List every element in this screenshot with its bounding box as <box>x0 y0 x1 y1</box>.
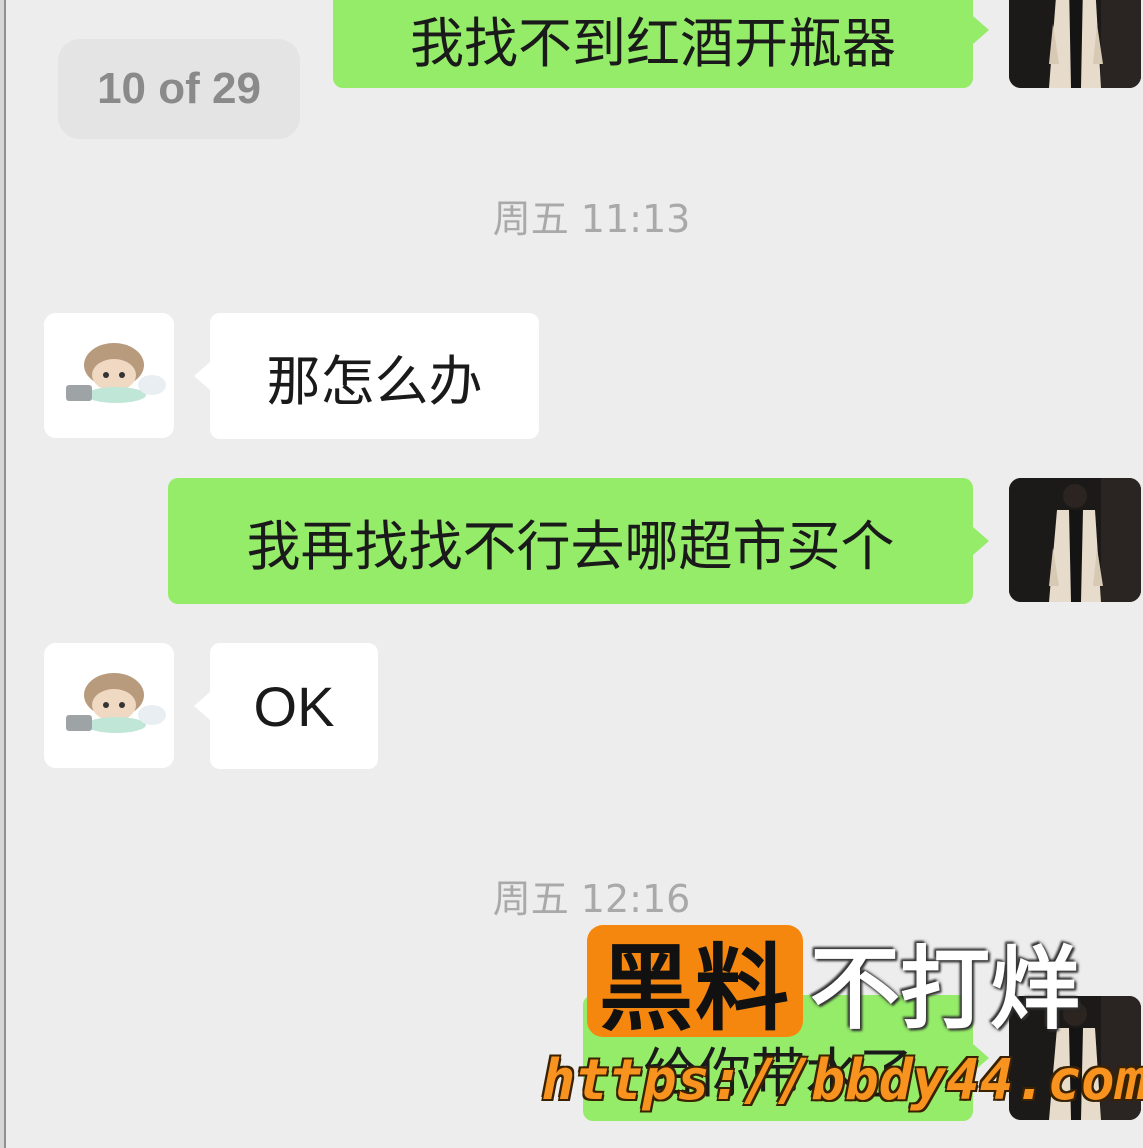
friend-avatar[interactable] <box>44 313 174 438</box>
cartoon-avatar-icon <box>44 643 174 768</box>
message-bubble-sent[interactable]: 我找不到红酒开瓶器 <box>333 0 973 88</box>
cartoon-avatar-icon <box>44 313 174 438</box>
bubble-tail <box>973 527 989 555</box>
message-bubble-received[interactable]: OK <box>210 643 378 769</box>
friend-avatar[interactable] <box>44 643 174 768</box>
message-text: 那怎么办 <box>266 349 483 413</box>
my-avatar[interactable] <box>1009 478 1141 602</box>
person-photo-avatar-icon <box>1009 0 1141 88</box>
watermark-url-text: https://bbdy44.com <box>541 1047 1143 1113</box>
bubble-tail <box>973 16 989 44</box>
bubble-tail <box>194 362 210 390</box>
chat-timestamp: 周五 11:13 <box>0 188 1143 243</box>
timestamp-text: 周五 11:13 <box>492 197 691 241</box>
chat-timestamp: 周五 12:16 <box>0 868 1143 923</box>
message-text: 我再找找不行去哪超市买个 <box>246 514 895 578</box>
bubble-tail <box>194 692 210 720</box>
watermark-brand-badge: 黑料 <box>587 925 803 1044</box>
page-counter: 10 of 29 <box>58 39 300 139</box>
message-bubble-sent[interactable]: 我再找找不行去哪超市买个 <box>168 478 973 604</box>
watermark-brand-rest: 不打烊 <box>810 937 1080 1042</box>
message-text: OK <box>253 674 335 738</box>
window-border <box>4 0 6 1148</box>
watermark-url: https://bbdy44.com <box>542 1045 1143 1115</box>
watermark-brand-highlight: 黑料 <box>598 935 791 1044</box>
message-text: 我找不到红酒开瓶器 <box>410 11 896 75</box>
person-photo-avatar-icon <box>1009 478 1141 602</box>
message-bubble-received[interactable]: 那怎么办 <box>210 313 539 439</box>
page-counter-label: 10 of 29 <box>97 64 261 113</box>
my-avatar[interactable] <box>1009 0 1141 88</box>
watermark-brand-text: 不打烊 <box>810 925 1080 1042</box>
